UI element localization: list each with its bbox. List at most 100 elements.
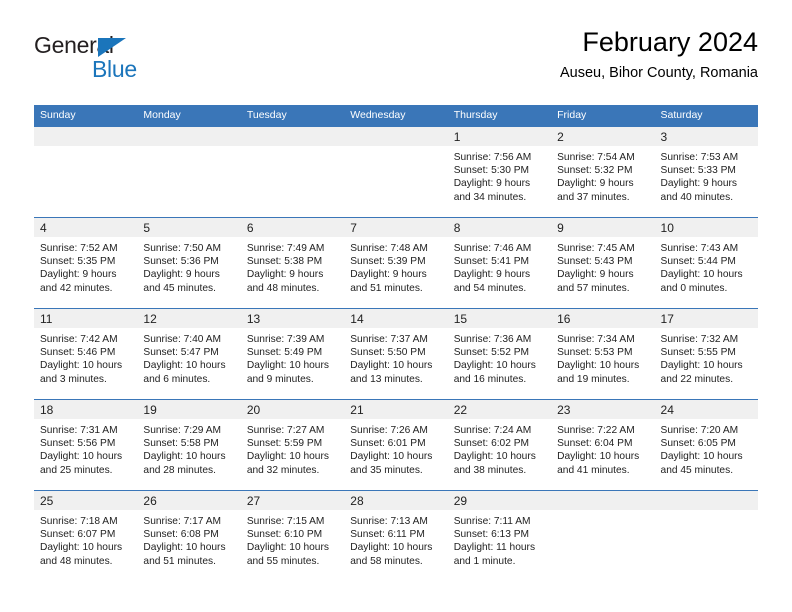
calendar-day-cell[interactable]: 6 Sunrise: 7:49 AM Sunset: 5:38 PM Daylight… bbox=[240, 217, 345, 309]
sunset-text: Sunset: 6:07 PM bbox=[40, 529, 116, 541]
daylight-text-line1: Daylight: 9 hours bbox=[350, 269, 427, 281]
day-cell-inner: 14 Sunrise: 7:37 AM Sunset: 5:50 PM Dayligh… bbox=[344, 309, 448, 399]
calendar-day-cell[interactable]: 8 Sunrise: 7:46 AM Sunset: 5:41 PM Daylight… bbox=[447, 217, 552, 309]
day-sun-info: Sunrise: 7:46 AM Sunset: 5:41 PM Daylight:… bbox=[448, 237, 551, 295]
sunrise-text: Sunrise: 7:20 AM bbox=[660, 425, 739, 436]
day-cell-inner: 6 Sunrise: 7:49 AM Sunset: 5:38 PM Daylight… bbox=[240, 218, 345, 308]
sunset-text: Sunset: 6:05 PM bbox=[660, 438, 736, 450]
calendar-day-cell[interactable]: 10 Sunrise: 7:43 AM Sunset: 5:44 PM Dayligh… bbox=[654, 217, 758, 309]
weekday-header-monday: Monday bbox=[137, 105, 241, 127]
day-number: 24 bbox=[660, 403, 674, 417]
daylight-text-line2: and 35 minutes. bbox=[350, 464, 423, 476]
daylight-text-line1: Daylight: 9 hours bbox=[557, 178, 634, 190]
day-sun-info: Sunrise: 7:15 AM Sunset: 6:10 PM Daylight:… bbox=[241, 510, 344, 568]
day-number-strip bbox=[34, 127, 138, 146]
logo-text-blue: Blue bbox=[92, 56, 137, 82]
sunrise-text: Sunrise: 7:17 AM bbox=[143, 516, 222, 527]
day-number-strip: 11 bbox=[34, 309, 138, 328]
calendar-day-cell[interactable]: 4 Sunrise: 7:52 AM Sunset: 5:35 PM Daylight… bbox=[34, 217, 138, 309]
day-number-strip: 8 bbox=[447, 218, 552, 237]
daylight-text-line1: Daylight: 9 hours bbox=[246, 269, 324, 281]
calendar-day-cell[interactable]: 29 Sunrise: 7:11 AM Sunset: 6:13 PM Dayligh… bbox=[447, 490, 552, 581]
day-sun-info: Sunrise: 7:34 AM Sunset: 5:53 PM Daylight:… bbox=[551, 328, 654, 386]
calendar-day-cell[interactable]: 26 Sunrise: 7:17 AM Sunset: 6:08 PM Dayligh… bbox=[137, 490, 241, 581]
daylight-text-line2: and 45 minutes. bbox=[660, 464, 734, 476]
day-sun-info: Sunrise: 7:13 AM Sunset: 6:11 PM Daylight:… bbox=[344, 510, 447, 568]
day-cell-inner: 22 Sunrise: 7:24 AM Sunset: 6:02 PM Dayligh… bbox=[447, 400, 552, 490]
day-cell-inner: 5 Sunrise: 7:50 AM Sunset: 5:36 PM Daylight… bbox=[137, 218, 241, 308]
sunset-text: Sunset: 6:11 PM bbox=[350, 529, 425, 541]
page-title: February 2024 bbox=[582, 27, 758, 57]
calendar-page: General Blue February 2024 Auseu, Bihor … bbox=[0, 0, 792, 612]
calendar-day-cell[interactable]: 15 Sunrise: 7:36 AM Sunset: 5:52 PM Dayligh… bbox=[447, 308, 552, 400]
weekday-header-saturday: Saturday bbox=[654, 105, 758, 127]
day-number-strip bbox=[344, 127, 448, 146]
daylight-text-line1: Daylight: 11 hours bbox=[453, 542, 536, 554]
daylight-text-line2: and 41 minutes. bbox=[557, 464, 630, 476]
calendar-day-cell[interactable]: 3 Sunrise: 7:53 AM Sunset: 5:33 PM Daylight… bbox=[654, 127, 758, 218]
day-number-strip: 9 bbox=[551, 218, 655, 237]
daylight-text-line1: Daylight: 10 hours bbox=[246, 451, 329, 463]
sunset-text: Sunset: 5:35 PM bbox=[40, 256, 116, 268]
day-number: 25 bbox=[40, 494, 54, 508]
calendar-day-cell[interactable]: 9 Sunrise: 7:45 AM Sunset: 5:43 PM Daylight… bbox=[551, 217, 655, 309]
title-block: February 2024 Auseu, Bihor County, Roman… bbox=[560, 26, 758, 84]
daylight-text-line2: and 34 minutes. bbox=[453, 191, 527, 203]
day-sun-info: Sunrise: 7:26 AM Sunset: 6:01 PM Daylight:… bbox=[344, 419, 447, 477]
day-number: 27 bbox=[246, 494, 261, 508]
sunset-text: Sunset: 6:02 PM bbox=[453, 438, 530, 450]
calendar-week-row: 11 Sunrise: 7:42 AM Sunset: 5:46 PM Dayligh… bbox=[34, 308, 758, 400]
daylight-text-line1: Daylight: 10 hours bbox=[350, 451, 433, 463]
daylight-text-line2: and 19 minutes. bbox=[557, 373, 630, 385]
day-number-strip: 17 bbox=[654, 309, 758, 328]
calendar-cell-empty bbox=[654, 490, 758, 581]
day-cell-inner bbox=[240, 127, 345, 217]
calendar-day-cell[interactable]: 21 Sunrise: 7:26 AM Sunset: 6:01 PM Dayligh… bbox=[344, 399, 448, 491]
sunrise-text: Sunrise: 7:18 AM bbox=[40, 516, 118, 527]
calendar-day-cell[interactable]: 20 Sunrise: 7:27 AM Sunset: 5:59 PM Dayligh… bbox=[240, 399, 345, 491]
daylight-text-line2: and 16 minutes. bbox=[453, 373, 527, 385]
day-number-strip: 20 bbox=[240, 400, 345, 419]
calendar-day-cell[interactable]: 17 Sunrise: 7:32 AM Sunset: 5:55 PM Dayligh… bbox=[654, 308, 758, 400]
calendar-day-cell[interactable]: 25 Sunrise: 7:18 AM Sunset: 6:07 PM Dayligh… bbox=[34, 490, 138, 581]
sunset-text: Sunset: 5:44 PM bbox=[660, 256, 736, 268]
daylight-text-line1: Daylight: 10 hours bbox=[660, 451, 743, 463]
calendar-week-row: 4 Sunrise: 7:52 AM Sunset: 5:35 PM Daylight… bbox=[34, 217, 758, 309]
day-number: 21 bbox=[350, 403, 364, 417]
calendar-day-cell[interactable]: 27 Sunrise: 7:15 AM Sunset: 6:10 PM Dayligh… bbox=[240, 490, 345, 581]
sunrise-text: Sunrise: 7:48 AM bbox=[350, 243, 428, 254]
calendar-day-cell[interactable]: 7 Sunrise: 7:48 AM Sunset: 5:39 PM Daylight… bbox=[344, 217, 448, 309]
day-number-strip: 22 bbox=[447, 400, 552, 419]
sunset-text: Sunset: 6:13 PM bbox=[453, 529, 530, 541]
day-sun-info: Sunrise: 7:29 AM Sunset: 5:58 PM Daylight:… bbox=[137, 419, 240, 477]
daylight-text-line2: and 38 minutes. bbox=[453, 464, 527, 476]
day-number: 10 bbox=[660, 221, 674, 235]
calendar-day-cell[interactable]: 5 Sunrise: 7:50 AM Sunset: 5:36 PM Daylight… bbox=[137, 217, 241, 309]
day-cell-inner: 25 Sunrise: 7:18 AM Sunset: 6:07 PM Dayligh… bbox=[34, 491, 138, 581]
generalblue-logo[interactable]: General Blue bbox=[34, 34, 234, 90]
sunrise-text: Sunrise: 7:54 AM bbox=[557, 152, 635, 163]
calendar-day-cell[interactable]: 12 Sunrise: 7:40 AM Sunset: 5:47 PM Dayligh… bbox=[137, 308, 241, 400]
calendar-day-cell[interactable]: 24 Sunrise: 7:20 AM Sunset: 6:05 PM Dayligh… bbox=[654, 399, 758, 491]
daylight-text-line1: Daylight: 10 hours bbox=[143, 360, 226, 372]
day-number-strip: 5 bbox=[137, 218, 241, 237]
calendar-day-cell[interactable]: 1 Sunrise: 7:56 AM Sunset: 5:30 PM Daylight… bbox=[447, 127, 552, 218]
day-sun-info: Sunrise: 7:49 AM Sunset: 5:38 PM Daylight:… bbox=[241, 237, 344, 295]
calendar-day-cell[interactable]: 23 Sunrise: 7:22 AM Sunset: 6:04 PM Dayligh… bbox=[551, 399, 655, 491]
calendar-day-cell[interactable]: 11 Sunrise: 7:42 AM Sunset: 5:46 PM Dayligh… bbox=[34, 308, 138, 400]
daylight-text-line1: Daylight: 9 hours bbox=[40, 269, 117, 281]
calendar-day-cell[interactable]: 18 Sunrise: 7:31 AM Sunset: 5:56 PM Dayligh… bbox=[34, 399, 138, 491]
day-cell-inner: 17 Sunrise: 7:32 AM Sunset: 5:55 PM Dayligh… bbox=[654, 309, 758, 399]
day-cell-inner: 12 Sunrise: 7:40 AM Sunset: 5:47 PM Dayligh… bbox=[137, 309, 241, 399]
day-cell-inner: 15 Sunrise: 7:36 AM Sunset: 5:52 PM Dayligh… bbox=[447, 309, 552, 399]
weekday-header-tuesday: Tuesday bbox=[240, 105, 345, 127]
day-sun-info: Sunrise: 7:54 AM Sunset: 5:32 PM Daylight:… bbox=[551, 146, 654, 204]
calendar-day-cell[interactable]: 28 Sunrise: 7:13 AM Sunset: 6:11 PM Dayligh… bbox=[344, 490, 448, 581]
calendar-day-cell[interactable]: 16 Sunrise: 7:34 AM Sunset: 5:53 PM Dayligh… bbox=[551, 308, 655, 400]
calendar-day-cell[interactable]: 2 Sunrise: 7:54 AM Sunset: 5:32 PM Daylight… bbox=[551, 127, 655, 218]
calendar-day-cell[interactable]: 19 Sunrise: 7:29 AM Sunset: 5:58 PM Dayligh… bbox=[137, 399, 241, 491]
calendar-day-cell[interactable]: 14 Sunrise: 7:37 AM Sunset: 5:50 PM Dayligh… bbox=[344, 308, 448, 400]
calendar-day-cell[interactable]: 22 Sunrise: 7:24 AM Sunset: 6:02 PM Dayligh… bbox=[447, 399, 552, 491]
calendar-day-cell[interactable]: 13 Sunrise: 7:39 AM Sunset: 5:49 PM Dayligh… bbox=[240, 308, 345, 400]
sunset-text: Sunset: 5:38 PM bbox=[246, 256, 323, 268]
